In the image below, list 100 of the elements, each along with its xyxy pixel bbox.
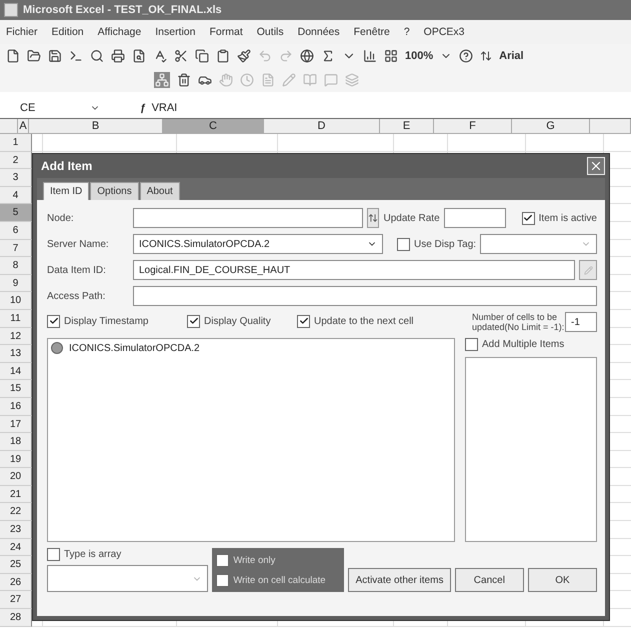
tab[interactable]: About [140, 182, 180, 200]
column-header[interactable]: F [434, 119, 512, 134]
arrows-icon[interactable] [480, 50, 492, 62]
globe-icon[interactable] [300, 49, 314, 63]
grid-icon[interactable] [384, 49, 398, 63]
dialog-button[interactable]: Cancel [454, 568, 524, 592]
column-header[interactable]: A [18, 119, 29, 134]
prompt-icon[interactable] [69, 49, 83, 63]
zoom-level[interactable]: 100% [405, 50, 434, 62]
network-icon[interactable] [154, 72, 170, 88]
row-header[interactable]: 4 [0, 186, 32, 204]
search-icon[interactable] [90, 49, 104, 63]
row-header[interactable]: 13 [0, 345, 32, 363]
dropdown[interactable]: ICONICS.SimulatorOPCDA.2 [133, 234, 383, 254]
row-header[interactable]: 21 [0, 486, 32, 504]
menu-item[interactable]: Fenêtre [354, 26, 390, 38]
close-button[interactable] [587, 157, 605, 175]
checkbox-label: Use Disp Tag: [414, 238, 476, 250]
row-header[interactable]: 18 [0, 433, 32, 451]
menu-item[interactable]: Format [210, 26, 243, 38]
document-icon[interactable] [6, 49, 20, 63]
cut-icon[interactable] [174, 49, 188, 63]
print-preview-icon[interactable] [132, 49, 146, 63]
menu-item[interactable]: ? [404, 26, 410, 38]
row-header[interactable]: 20 [0, 468, 32, 486]
checkbox-label: Item is active [538, 212, 597, 224]
dialog-button[interactable]: Activate other items [348, 568, 451, 592]
checkbox[interactable] [397, 238, 410, 250]
tree-item[interactable]: ICONICS.SimulatorOPCDA.2 [69, 342, 200, 354]
row-header[interactable]: 28 [0, 609, 32, 627]
row-header[interactable]: 16 [0, 398, 32, 416]
input-field[interactable] [133, 286, 597, 306]
list-box[interactable] [465, 357, 597, 542]
checkbox[interactable] [297, 314, 310, 328]
formula-value[interactable]: VRAI [152, 102, 178, 114]
input-field[interactable] [133, 208, 363, 228]
row-header[interactable]: 25 [0, 556, 32, 574]
row-header[interactable]: 27 [0, 591, 32, 610]
tab[interactable]: Options [90, 182, 139, 200]
row-header[interactable]: 1 [0, 134, 32, 152]
trash-icon[interactable] [177, 73, 191, 87]
checkbox[interactable] [465, 338, 478, 351]
name-box[interactable]: CE [0, 102, 90, 114]
checkbox-label: Type is array [64, 549, 122, 560]
column-header[interactable]: E [380, 119, 434, 134]
sigma-icon[interactable] [321, 49, 335, 63]
row-header[interactable]: 15 [0, 380, 32, 398]
row-header[interactable]: 17 [0, 416, 32, 434]
menu-item[interactable]: Outils [256, 26, 284, 38]
column-header[interactable]: D [264, 119, 380, 134]
column-header[interactable]: B [29, 119, 163, 134]
close-icon [589, 159, 603, 173]
menu-item[interactable]: Affichage [98, 26, 142, 38]
checkbox[interactable] [216, 574, 230, 586]
tab[interactable]: Item ID [43, 182, 90, 200]
row-header[interactable]: 23 [0, 521, 32, 539]
row-header[interactable]: 19 [0, 450, 32, 468]
row-header[interactable]: 12 [0, 328, 32, 346]
row-header[interactable]: 26 [0, 574, 32, 592]
row-header[interactable]: 11 [0, 310, 32, 328]
row-header[interactable]: 6 [0, 222, 32, 240]
menu-item[interactable]: Edition [52, 26, 84, 38]
browse-button[interactable] [367, 208, 380, 228]
folder-icon[interactable] [27, 49, 41, 63]
row-header[interactable]: 7 [0, 240, 32, 258]
menu-item[interactable]: Insertion [155, 26, 196, 38]
paintbrush-icon[interactable] [237, 49, 251, 63]
input-field[interactable]: Logical.FIN_DE_COURSE_HAUT [133, 260, 575, 280]
row-header[interactable]: 8 [0, 257, 32, 275]
column-header[interactable]: G [512, 119, 590, 134]
menu-item[interactable]: Données [298, 26, 340, 38]
help-icon[interactable] [459, 49, 474, 63]
row-header[interactable]: 2 [0, 152, 32, 170]
chart-icon[interactable] [363, 49, 377, 63]
row-header[interactable]: 5 [0, 204, 32, 222]
dropdown[interactable] [480, 234, 597, 254]
row-header[interactable]: 24 [0, 538, 32, 556]
row-header[interactable]: 9 [0, 274, 32, 292]
copy-icon[interactable] [195, 49, 209, 63]
menu-item[interactable]: OPCEx3 [424, 26, 465, 38]
row-header[interactable]: 3 [0, 169, 32, 187]
checkbox[interactable] [47, 548, 60, 561]
input-field[interactable]: -1 [565, 312, 597, 332]
font-name[interactable]: Arial [499, 50, 524, 62]
dialog-button[interactable]: OK [528, 568, 597, 592]
row-header[interactable]: 10 [0, 292, 32, 310]
printer-icon[interactable] [111, 49, 125, 63]
spin-field[interactable] [444, 208, 506, 228]
checkbox[interactable] [522, 212, 535, 224]
row-header[interactable]: 14 [0, 362, 32, 380]
spellcheck-icon[interactable] [153, 49, 167, 63]
menu-item[interactable]: Fichier [6, 26, 38, 38]
row-header[interactable]: 22 [0, 503, 32, 522]
paste-icon[interactable] [216, 49, 230, 63]
checkbox[interactable] [216, 554, 230, 566]
dropdown[interactable] [47, 565, 208, 592]
checkbox[interactable] [187, 314, 200, 328]
pencil-icon [584, 266, 592, 274]
checkbox[interactable] [47, 314, 60, 328]
column-header[interactable]: C [163, 119, 264, 134]
